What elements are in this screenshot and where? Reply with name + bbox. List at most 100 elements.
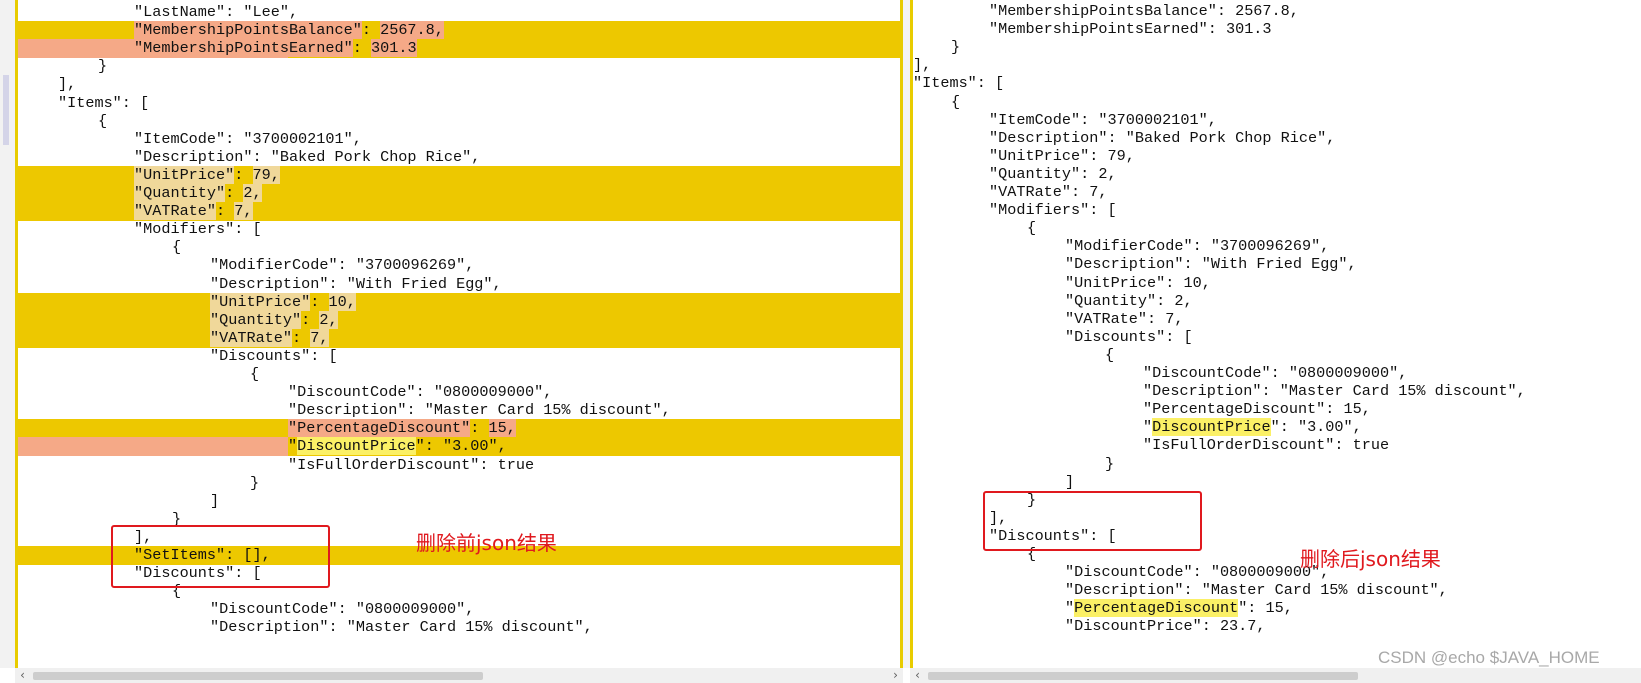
code-line-text: "UnitPrice": 10, [1065,273,1211,292]
code-line: "PercentageDiscount": 15, [913,599,1641,618]
code-line: "MembershipPointsEarned": 301.3 [18,39,900,59]
scroll-left-arrow-icon[interactable]: ‹ [15,668,30,683]
code-line-text: "ItemCode": "3700002101", [134,129,362,148]
before-annotation-box [111,525,330,588]
scroll-right-arrow-icon[interactable]: › [888,668,903,683]
code-line-text: "MembershipPointsEarned": 301.3 [989,20,1272,39]
code-line-text: ], [913,56,932,75]
code-line-text: { [250,365,260,383]
code-line: "VATRate": 7, [913,310,1641,329]
code-line-text: "PercentageDiscount": 15, [1065,599,1293,618]
code-line-text: "Description": "Master Card 15% discount… [288,401,671,420]
right-horizontal-scrollbar[interactable]: ‹ [910,668,1641,683]
code-line-text: "ModifierCode": "3700096269", [1065,237,1330,256]
code-line-text: "MembershipPointsEarned": 301.3 [134,39,417,58]
code-line-text: "PercentageDiscount": 15, [1143,400,1371,419]
code-line: } [18,57,900,76]
code-line: "VATRate": 7, [18,328,900,348]
code-line: "PercentageDiscount": 15, [18,419,900,439]
code-line: "DiscountPrice": "3.00", [18,437,900,457]
code-line: "Items": [ [913,74,1641,93]
code-line: "Description": "Master Card 15% discount… [913,382,1641,401]
code-line-text: { [1105,345,1115,364]
code-line-text: "Quantity": 2, [989,164,1117,183]
code-line: "ItemCode": "3700002101", [18,130,900,149]
code-line-text: { [172,238,182,257]
code-line-text: "DiscountCode": "0800009000", [288,383,553,402]
code-line: "Quantity": 2, [18,310,900,330]
left-scroll-thumb[interactable] [33,672,483,680]
code-line-text: { [1027,219,1037,238]
code-line: "Quantity": 2, [913,165,1641,184]
pane-divider[interactable] [903,0,910,668]
code-line: { [18,238,900,257]
code-line: "MembershipPointsEarned": 301.3 [913,20,1641,39]
code-line: } [913,38,1641,57]
code-line: ] [913,473,1641,492]
code-line: "LastName": "Lee", [18,3,900,22]
before-annotation-label: 删除前json结果 [416,531,557,555]
code-line-text: "Description": "Baked Pork Chop Rice", [134,147,481,166]
code-line: { [913,346,1641,365]
code-line-text: "ItemCode": "3700002101", [989,110,1217,129]
code-line: "IsFullOrderDiscount": true [913,436,1641,455]
code-line: ], [913,56,1641,75]
code-line-text: "IsFullOrderDiscount": true [288,455,535,474]
code-line-text: "IsFullOrderDiscount": true [1143,436,1390,455]
code-line: "Description": "Master Card 15% discount… [18,618,900,637]
code-line: "DiscountCode": "0800009000", [913,563,1641,582]
code-line: "Description": "With Fried Egg", [18,275,900,294]
code-line-text: "Description": "With Fried Egg", [1065,255,1357,274]
code-line: "Quantity": 2, [18,184,900,203]
code-line: "DiscountCode": "0800009000", [18,600,900,619]
code-line: ], [18,75,900,94]
code-line: "ModifierCode": "3700096269", [913,237,1641,256]
code-line: { [913,93,1641,112]
code-line-text: } [98,57,108,76]
code-line: ] [18,492,900,511]
code-line-text: "Quantity": 2, [134,184,262,202]
code-line: "Discounts": [ [913,328,1641,347]
code-line: "ItemCode": "3700002101", [913,111,1641,130]
code-line: "UnitPrice": 79, [913,147,1641,166]
code-line-text: "Description": "Master Card 15% discount… [210,618,593,637]
code-line: "UnitPrice": 79, [18,165,900,185]
code-line-text: "Modifiers": [ [134,220,262,239]
code-line: "UnitPrice": 10, [913,274,1641,293]
code-line-text: "MembershipPointsBalance": 2567.8, [989,2,1299,20]
code-line-text: "Modifiers": [ [989,201,1117,220]
code-line-text: "DiscountPrice": "3.00", [288,437,507,456]
code-line-text: ], [58,75,77,94]
code-line: "DiscountPrice": 23.7, [913,617,1641,636]
code-line-text: "DiscountCode": "0800009000", [210,600,475,619]
code-line: "Description": "With Fried Egg", [913,255,1641,274]
code-line-text: "Description": "Master Card 15% discount… [1143,382,1526,401]
code-line: "UnitPrice": 10, [18,292,900,312]
code-line-text: "DiscountCode": "0800009000", [1065,563,1330,582]
right-code-pane[interactable]: "MembershipPointsBalance": 2567.8, "Membe… [910,0,1641,668]
code-line: "Modifiers": [ [18,220,900,239]
code-line: "VATRate": 7, [913,183,1641,202]
code-line-text: "ModifierCode": "3700096269", [210,256,475,275]
code-line-text: "LastName": "Lee", [134,3,299,21]
right-scroll-thumb[interactable] [928,672,1358,680]
code-line-text: "Description": "Master Card 15% discount… [1065,581,1448,600]
code-line-text: "VATRate": 7, [210,328,329,347]
code-line: "VATRate": 7, [18,202,900,222]
after-annotation-label: 删除后json结果 [1300,547,1441,571]
code-line: { [18,365,900,384]
code-line-text: { [98,111,108,130]
code-line: "Description": "Baked Pork Chop Rice", [18,148,900,167]
code-line: "Discounts": [ [18,347,900,366]
code-line: } [913,455,1641,474]
code-line-text: "PercentageDiscount": 15, [288,419,516,438]
code-line-text: "DiscountPrice": 23.7, [1065,617,1266,636]
code-line-text: "Items": [ [913,74,1005,93]
code-line-text: "UnitPrice": 79, [989,146,1135,165]
code-line-text: "VATRate": 7, [134,202,253,221]
scroll-left-arrow-icon[interactable]: ‹ [910,668,925,683]
code-line: "Quantity": 2, [913,292,1641,311]
code-line-text: "Description": "With Fried Egg", [210,274,502,293]
code-line: "IsFullOrderDiscount": true [18,456,900,475]
left-horizontal-scrollbar[interactable]: ‹ › [15,668,903,683]
